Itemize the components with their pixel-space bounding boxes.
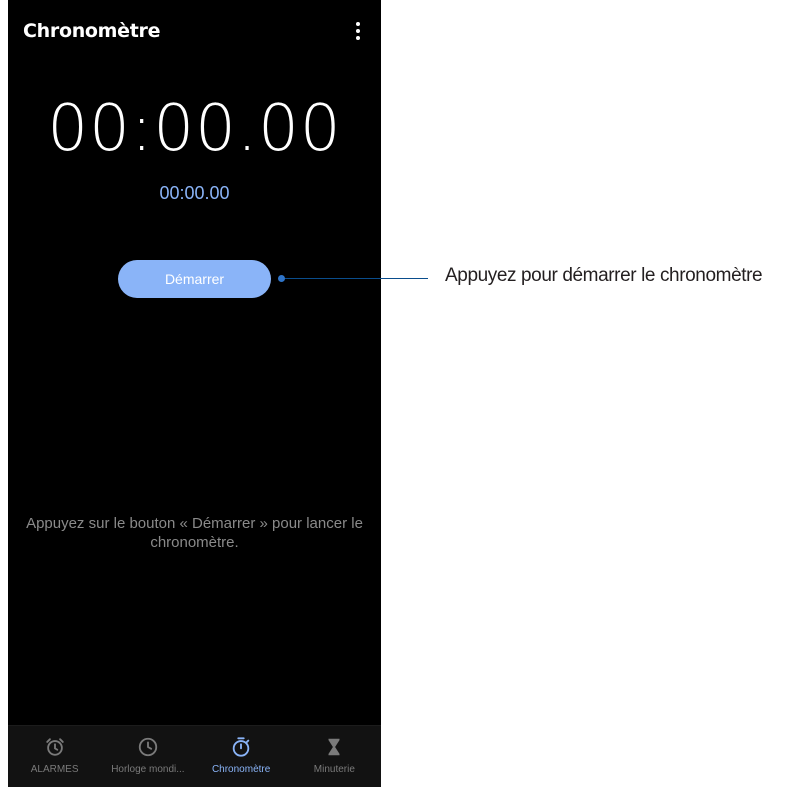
- more-vert-icon[interactable]: [351, 20, 365, 42]
- nav-tab-alarms[interactable]: ALARMES: [8, 726, 101, 787]
- start-button[interactable]: Démarrer: [118, 260, 271, 298]
- phone-screen: Chronomètre 00:00.00 00:00.00 Démarrer A…: [8, 0, 381, 787]
- nav-label-timer: Minuterie: [313, 764, 355, 775]
- nav-tab-timer[interactable]: Minuterie: [288, 726, 381, 787]
- alarm-icon: [45, 738, 64, 756]
- nav-label-stopwatch: Chronomètre: [211, 764, 271, 775]
- callout-line: [282, 278, 428, 279]
- bottom-navigation: ALARMES Horloge mondi... Chronomètre Min…: [8, 725, 381, 787]
- main-time-display: 00:00.00: [47, 92, 342, 166]
- hint-text: Appuyez sur le bouton « Démarrer » pour …: [26, 515, 363, 551]
- nav-tab-world-clock[interactable]: Horloge mondi...: [101, 726, 194, 787]
- callout-label: Appuyez pour démarrer le chronomètre: [445, 265, 763, 286]
- hourglass-icon: [328, 738, 340, 756]
- nav-label-world-clock: Horloge mondi...: [111, 764, 185, 775]
- lap-time-display: 00:00.00: [159, 183, 230, 203]
- stopwatch-icon: [232, 737, 250, 757]
- clock-icon: [138, 737, 158, 757]
- callout-dot: [278, 275, 285, 282]
- page-title: Chronomètre: [23, 20, 161, 42]
- nav-tab-stopwatch[interactable]: Chronomètre: [195, 726, 288, 787]
- nav-label-alarms: ALARMES: [30, 764, 79, 775]
